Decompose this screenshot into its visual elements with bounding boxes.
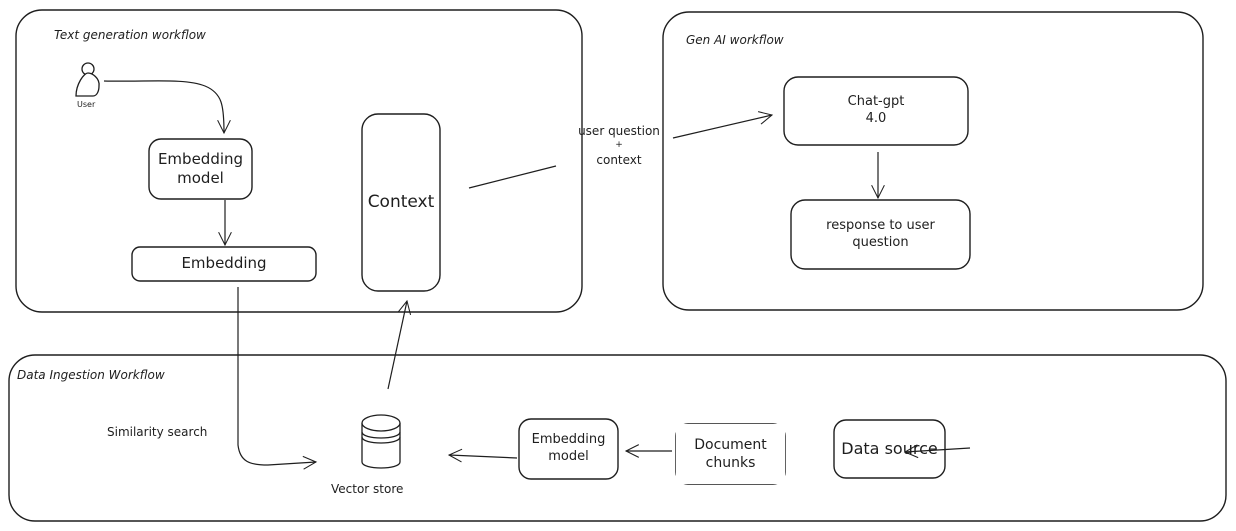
data-ingestion-frame-title: Data Ingestion Workflow [17, 368, 165, 382]
edge-similarity-search [237, 287, 318, 470]
embedding-label: Embedding [181, 254, 267, 273]
embedding-model-bottom-line2: model [548, 449, 589, 464]
response-line2: question [852, 234, 909, 250]
context-label: Context [367, 192, 435, 213]
user-label: User [77, 100, 96, 109]
chat-gpt-line2: 4.0 [865, 111, 887, 126]
data-source-label: Data source [841, 438, 938, 458]
similarity-search-label: Similarity search [107, 425, 208, 439]
chat-gpt[interactable]: Chat-gpt 4.0 [784, 77, 968, 145]
document-chunks-line1: Document [694, 436, 767, 453]
edge-embedding-model-to-vector-store [447, 448, 518, 463]
edge-to-chat-gpt [672, 111, 774, 139]
embedding[interactable]: Embedding [132, 247, 316, 281]
document-chunks-line2: chunks [705, 455, 756, 471]
vector-store-label: Vector store [331, 482, 404, 496]
chat-gpt-line1: Chat-gpt [847, 94, 905, 110]
edge-label-line1: user question [578, 124, 660, 138]
user-icon [75, 62, 100, 97]
text-generation-frame-title: Text generation workflow [54, 28, 206, 42]
edge-context-line [468, 165, 557, 189]
embedding-model-bottom[interactable]: Embedding model [519, 419, 618, 479]
edge-label-line3: context [596, 152, 642, 167]
embedding-model-top[interactable]: Embedding model [149, 139, 252, 199]
edge-vector-store-to-context [387, 299, 412, 390]
response[interactable]: response to user question [791, 200, 970, 269]
document-chunks[interactable]: Document chunks [676, 424, 785, 484]
edge-label-user-question-context: user question + context [563, 122, 675, 169]
edge-user-to-embedding-model [103, 80, 231, 135]
edge-label-line2: + [615, 140, 623, 150]
embedding-model-bottom-line1: Embedding [531, 432, 606, 448]
response-line1: response to user [826, 217, 935, 233]
context[interactable]: Context [362, 114, 440, 291]
gen-ai-frame-title: Gen AI workflow [686, 33, 784, 47]
database-icon [361, 414, 401, 469]
embedding-model-top-line2: model [177, 169, 224, 187]
data-source[interactable]: Data source [834, 420, 945, 478]
embedding-model-top-line1: Embedding [157, 149, 244, 168]
